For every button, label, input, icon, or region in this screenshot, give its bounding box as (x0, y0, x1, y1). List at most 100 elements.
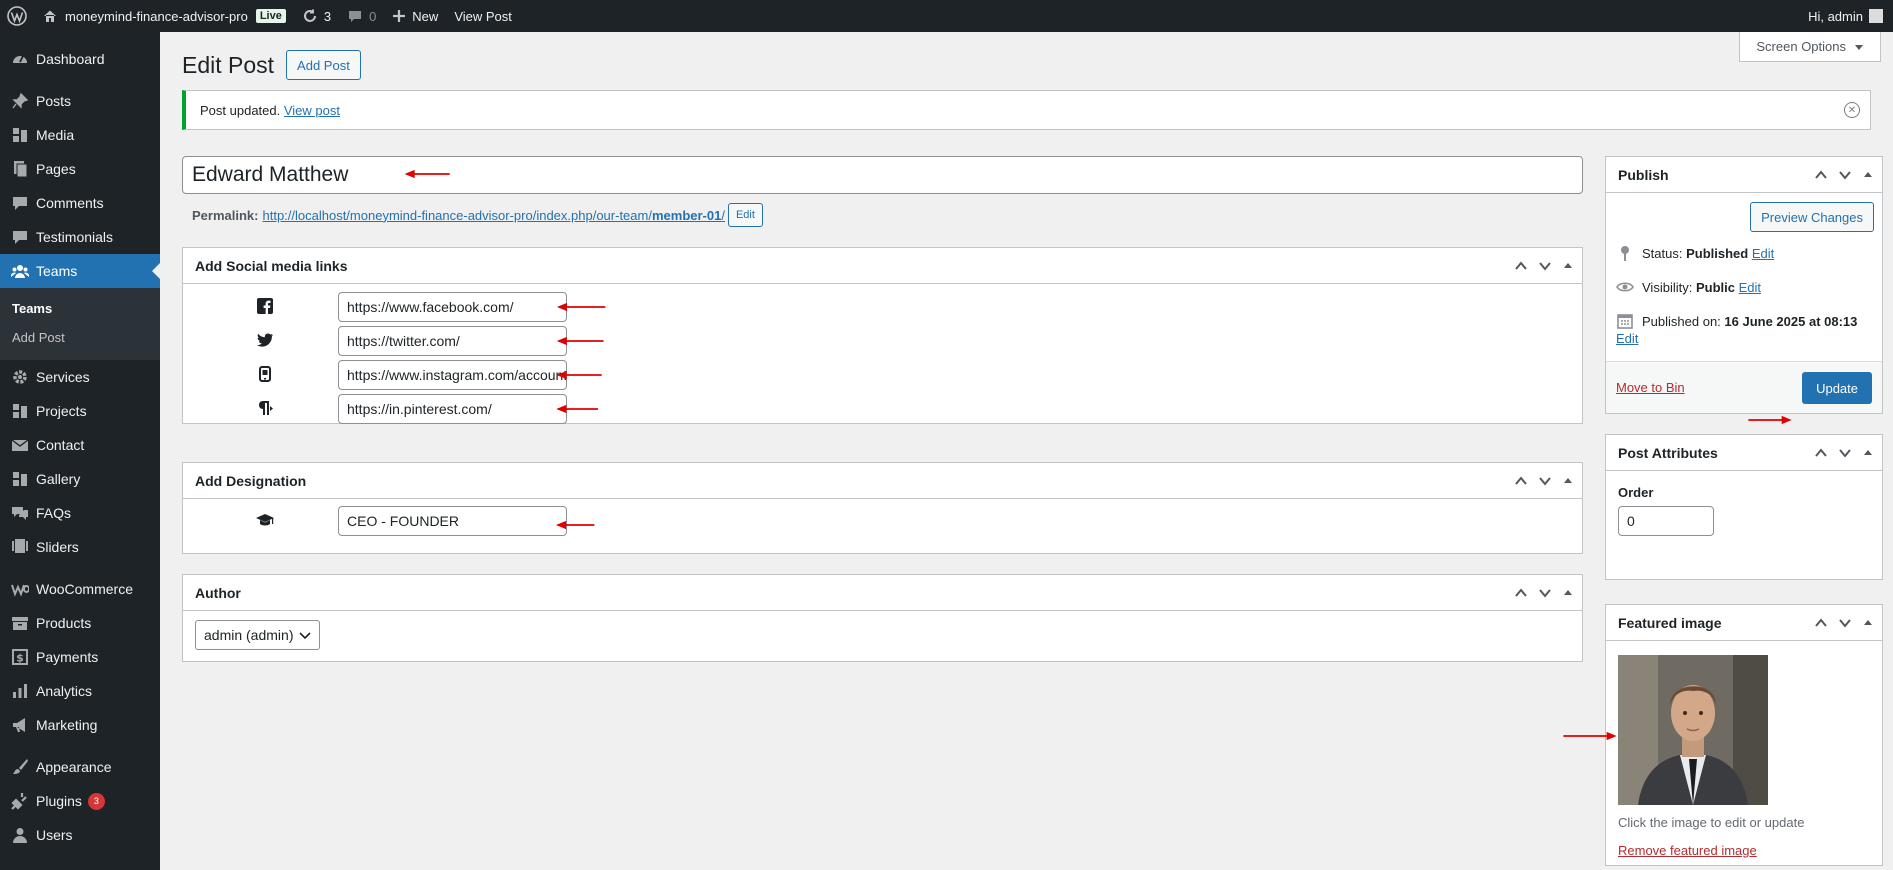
chevron-down-icon[interactable] (1838, 616, 1852, 630)
wordpress-logo-icon[interactable] (0, 0, 34, 32)
menu-testimonials[interactable]: Testimonials (0, 220, 160, 254)
teams-submenu: Teams Add Post (0, 288, 160, 360)
author-select[interactable]: admin (admin) (195, 620, 321, 650)
facebook-url-input[interactable]: https://www.facebook.com/ (338, 292, 567, 322)
order-label: Order (1618, 485, 1654, 500)
my-account-link[interactable]: Hi, admin (1800, 0, 1893, 32)
edit-date-link[interactable]: Edit (1616, 331, 1638, 346)
chevron-up-icon[interactable] (1514, 586, 1528, 600)
menu-posts[interactable]: Posts (0, 84, 160, 118)
menu-gallery[interactable]: Gallery (0, 462, 160, 496)
permalink-row: Permalink: http://localhost/moneymind-fi… (192, 203, 763, 227)
chevron-down-icon[interactable] (1838, 168, 1852, 182)
featured-image-thumbnail[interactable] (1618, 655, 1768, 805)
caret-up-icon[interactable] (1862, 169, 1874, 181)
annotation-arrow (404, 169, 450, 179)
caret-down-icon (1855, 44, 1863, 50)
caret-up-icon[interactable] (1562, 587, 1574, 599)
menu-media[interactable]: Media (0, 118, 160, 152)
menu-payments[interactable]: $ Payments (0, 640, 160, 674)
menu-analytics[interactable]: Analytics (0, 674, 160, 708)
preview-changes-button[interactable]: Preview Changes (1750, 202, 1874, 232)
social-links-box: Add Social media links https://www.faceb… (182, 247, 1583, 424)
twitter-url-input[interactable]: https://twitter.com/ (338, 326, 567, 356)
order-input[interactable]: 0 (1618, 506, 1714, 536)
screen-options-toggle[interactable]: Screen Options (1739, 32, 1881, 62)
chevron-up-icon[interactable] (1814, 446, 1828, 460)
menu-marketing[interactable]: Marketing (0, 708, 160, 742)
woocommerce-icon (10, 579, 30, 599)
edit-status-link[interactable]: Edit (1752, 246, 1774, 261)
instagram-url-input[interactable]: https://www.instagram.com/accounts/login… (338, 360, 567, 390)
chevron-down-icon[interactable] (1538, 586, 1552, 600)
site-name-link[interactable]: moneymind-finance-advisor-pro Live (34, 0, 294, 32)
view-post-link[interactable]: View post (284, 103, 340, 118)
update-button[interactable]: Update (1802, 372, 1872, 404)
menu-users[interactable]: Users (0, 818, 160, 852)
submenu-add-post[interactable]: Add Post (0, 323, 160, 352)
menu-services[interactable]: Services (0, 360, 160, 394)
groups-icon (10, 261, 30, 281)
edit-visibility-link[interactable]: Edit (1739, 280, 1761, 295)
permalink-edit-button[interactable]: Edit (727, 203, 763, 227)
users-icon (10, 825, 30, 845)
caret-up-icon[interactable] (1862, 617, 1874, 629)
comments-link[interactable]: 0 (339, 0, 384, 32)
visibility-row: Visibility: Public Edit (1616, 278, 1761, 296)
slides-icon (10, 537, 30, 557)
menu-appearance[interactable]: Appearance (0, 750, 160, 784)
menu-dashboard[interactable]: Dashboard (0, 42, 160, 76)
plugin-icon (10, 791, 30, 811)
move-to-bin-link[interactable]: Move to Bin (1616, 380, 1685, 395)
caret-up-icon[interactable] (1562, 475, 1574, 487)
menu-sliders[interactable]: Sliders (0, 530, 160, 564)
caret-up-icon[interactable] (1862, 447, 1874, 459)
add-post-button[interactable]: Add Post (286, 50, 361, 80)
menu-projects[interactable]: Projects (0, 394, 160, 428)
menu-plugins[interactable]: Plugins 3 (0, 784, 160, 818)
permalink-link[interactable]: http://localhost/moneymind-finance-advis… (262, 208, 724, 223)
success-notice: Post updated. View post ✕ (182, 90, 1871, 130)
updates-link[interactable]: 3 (294, 0, 339, 32)
instagram-icon (255, 364, 275, 384)
menu-contact[interactable]: Contact (0, 428, 160, 462)
chevron-up-icon[interactable] (1514, 259, 1528, 273)
chevron-down-icon[interactable] (1538, 259, 1552, 273)
menu-pages[interactable]: Pages (0, 152, 160, 186)
menu-faqs[interactable]: FAQs (0, 496, 160, 530)
submenu-teams[interactable]: Teams (0, 294, 160, 323)
social-links-header[interactable]: Add Social media links (183, 248, 1582, 284)
annotation-arrow (1748, 415, 1792, 425)
post-attributes-header[interactable]: Post Attributes (1606, 435, 1882, 471)
publish-header[interactable]: Publish (1606, 157, 1882, 193)
archive-icon (10, 613, 30, 633)
dismiss-icon[interactable]: ✕ (1844, 102, 1860, 118)
chevron-up-icon[interactable] (1514, 474, 1528, 488)
remove-featured-image-link[interactable]: Remove featured image (1618, 843, 1757, 858)
home-icon (44, 10, 56, 22)
chevron-down-icon[interactable] (1838, 446, 1852, 460)
designation-input[interactable]: CEO - FOUNDER (338, 506, 567, 536)
published-on-row: Published on: 16 June 2025 at 08:13 (1616, 312, 1857, 330)
chevron-up-icon[interactable] (1814, 616, 1828, 630)
page-title: Edit Post (182, 51, 275, 78)
pinterest-url-input[interactable]: https://in.pinterest.com/ (338, 394, 567, 424)
caret-up-icon[interactable] (1562, 260, 1574, 272)
admin-sidebar: Dashboard Posts Media Pages Comments Tes… (0, 32, 160, 870)
chevron-down-icon[interactable] (1538, 474, 1552, 488)
pin-icon (1616, 244, 1634, 262)
view-post-link[interactable]: View Post (446, 0, 520, 32)
media-icon (10, 125, 30, 145)
new-content-link[interactable]: New (384, 0, 446, 32)
post-title-input[interactable]: Edward Matthew (182, 156, 1583, 194)
designation-header[interactable]: Add Designation (183, 463, 1582, 499)
chevron-up-icon[interactable] (1814, 168, 1828, 182)
menu-woocommerce[interactable]: WooCommerce (0, 572, 160, 606)
chevron-down-icon (299, 632, 312, 640)
menu-products[interactable]: Products (0, 606, 160, 640)
menu-comments[interactable]: Comments (0, 186, 160, 220)
menu-teams[interactable]: Teams (0, 254, 160, 288)
featured-image-header[interactable]: Featured image (1606, 605, 1882, 641)
author-box: Author admin (admin) (182, 574, 1583, 662)
author-header[interactable]: Author (183, 575, 1582, 611)
